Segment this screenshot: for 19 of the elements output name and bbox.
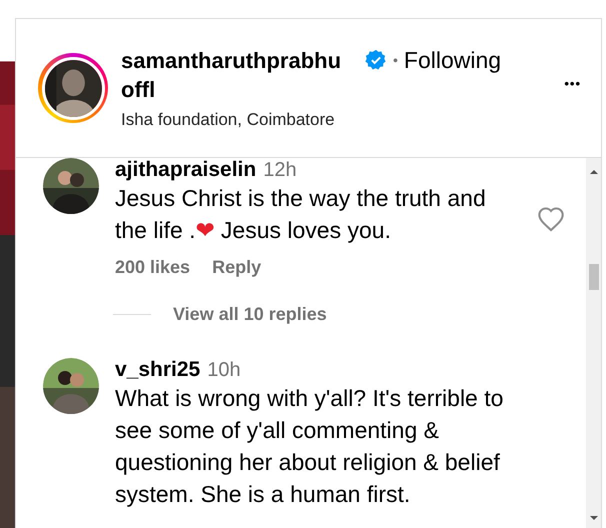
scroll-down-icon[interactable] (590, 516, 598, 520)
reply-link[interactable]: Reply (212, 255, 262, 279)
comment-text: Jesus Christ is the way the truth and the life .❤ Jesus loves you. (115, 184, 487, 245)
scroll-up-icon[interactable] (590, 170, 598, 174)
following-button[interactable]: Following (404, 46, 502, 75)
scrollbar-thumb[interactable] (588, 264, 598, 290)
comment-text: What is wrong with y'all? It's terrible to see some of y'all commenting & questioning her about religion & belief system. She is a human first. (115, 384, 504, 509)
scrollbar[interactable] (586, 158, 601, 528)
more-options-button[interactable]: ••• (564, 76, 581, 90)
like-heart-icon[interactable] (537, 206, 565, 232)
account-username[interactable]: samantharuthprabhu offl (121, 46, 361, 104)
view-replies-link[interactable]: View all 10 replies (173, 302, 327, 326)
comment-time: 12h (263, 158, 297, 182)
comment-time: 10h (207, 358, 241, 382)
comment-username[interactable]: v_shri25 (115, 358, 200, 382)
separator-dot: • (393, 52, 398, 68)
location-link[interactable]: Isha foundation, Coimbatore (121, 110, 564, 130)
comment-username[interactable]: ajithapraiselin (115, 158, 256, 182)
likes-count[interactable]: 200 likes (115, 255, 190, 279)
